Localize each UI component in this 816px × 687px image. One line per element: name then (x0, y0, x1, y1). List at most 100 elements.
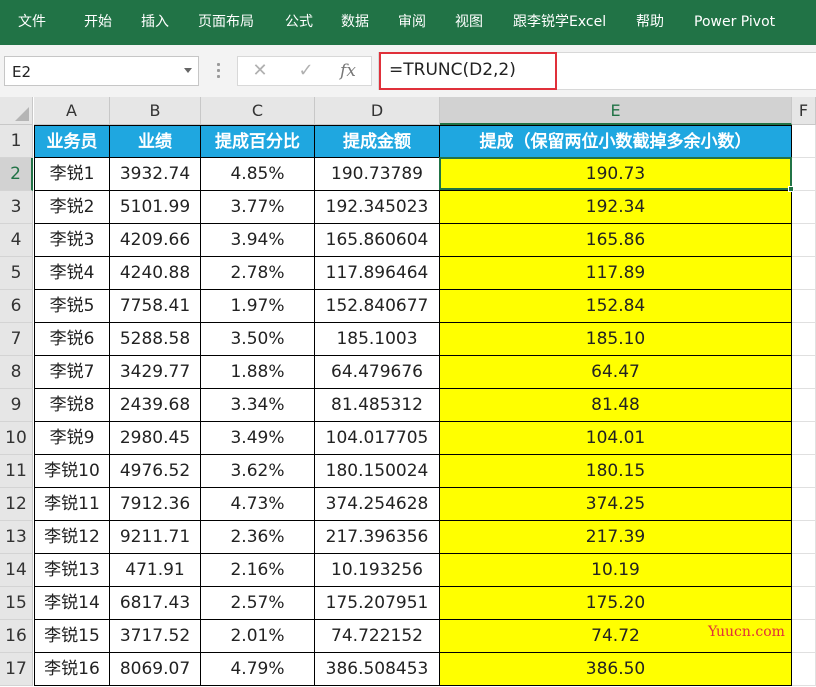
cell-d4[interactable]: 165.860604 (315, 224, 440, 257)
cell-a16[interactable]: 李锐15 (34, 620, 110, 653)
cell-c12[interactable]: 4.73% (201, 488, 315, 521)
cell-d16[interactable]: 74.722152 (315, 620, 440, 653)
cell-c7[interactable]: 3.50% (201, 323, 315, 356)
ribbon-tab-3[interactable]: 页面布局 (198, 12, 254, 32)
cell-e5[interactable]: 117.89 (440, 257, 792, 290)
ribbon-tab-9[interactable]: 帮助 (636, 12, 664, 32)
cell-b5[interactable]: 4240.88 (110, 257, 201, 290)
cell-a4[interactable]: 李锐3 (34, 224, 110, 257)
cell-f14[interactable] (792, 554, 816, 587)
column-header-f[interactable]: F (792, 97, 816, 125)
header-cell-e[interactable]: 提成（保留两位小数截掉多余小数） (440, 125, 792, 158)
cell-d11[interactable]: 180.150024 (315, 455, 440, 488)
cell-e8[interactable]: 64.47 (440, 356, 792, 389)
cell-f12[interactable] (792, 488, 816, 521)
cell-d8[interactable]: 64.479676 (315, 356, 440, 389)
row-header-16[interactable]: 16 (0, 620, 33, 653)
ribbon-tab-8[interactable]: 跟李锐学Excel (513, 12, 606, 32)
row-header-2[interactable]: 2 (0, 158, 33, 191)
cell-a11[interactable]: 李锐10 (34, 455, 110, 488)
cell-f10[interactable] (792, 422, 816, 455)
cell-f2[interactable] (792, 158, 816, 191)
cell-d3[interactable]: 192.345023 (315, 191, 440, 224)
cell-d2[interactable]: 190.73789 (315, 158, 440, 191)
row-header-17[interactable]: 17 (0, 653, 33, 686)
row-header-12[interactable]: 12 (0, 488, 33, 521)
row-header-1[interactable]: 1 (0, 125, 33, 158)
cell-a17[interactable]: 李锐16 (34, 653, 110, 686)
cell-f4[interactable] (792, 224, 816, 257)
row-header-10[interactable]: 10 (0, 422, 33, 455)
cell-b14[interactable]: 471.91 (110, 554, 201, 587)
cell-f9[interactable] (792, 389, 816, 422)
cell-a6[interactable]: 李锐5 (34, 290, 110, 323)
cell-a7[interactable]: 李锐6 (34, 323, 110, 356)
cell-a8[interactable]: 李锐7 (34, 356, 110, 389)
cell-c4[interactable]: 3.94% (201, 224, 315, 257)
formula-input[interactable]: =TRUNC(D2,2) (378, 52, 816, 90)
row-header-6[interactable]: 6 (0, 290, 33, 323)
cell-e17[interactable]: 386.50 (440, 653, 792, 686)
cell-c16[interactable]: 2.01% (201, 620, 315, 653)
cell-f8[interactable] (792, 356, 816, 389)
cell-e10[interactable]: 104.01 (440, 422, 792, 455)
cell-e15[interactable]: 175.20 (440, 587, 792, 620)
row-header-5[interactable]: 5 (0, 257, 33, 290)
header-cell-c[interactable]: 提成百分比 (201, 125, 315, 158)
cell-d17[interactable]: 386.508453 (315, 653, 440, 686)
cell-c9[interactable]: 3.34% (201, 389, 315, 422)
cell-b16[interactable]: 3717.52 (110, 620, 201, 653)
ribbon-tab-2[interactable]: 插入 (141, 12, 169, 32)
ribbon-tab-1[interactable]: 开始 (84, 12, 112, 32)
cell-a2[interactable]: 李锐1 (34, 158, 110, 191)
row-header-8[interactable]: 8 (0, 356, 33, 389)
ribbon-tab-6[interactable]: 审阅 (398, 12, 426, 32)
cell-b15[interactable]: 6817.43 (110, 587, 201, 620)
cell-f3[interactable] (792, 191, 816, 224)
cell-d7[interactable]: 185.1003 (315, 323, 440, 356)
row-header-7[interactable]: 7 (0, 323, 33, 356)
cell-e14[interactable]: 10.19 (440, 554, 792, 587)
ribbon-tab-4[interactable]: 公式 (285, 12, 313, 32)
cell-c15[interactable]: 2.57% (201, 587, 315, 620)
cell-a12[interactable]: 李锐11 (34, 488, 110, 521)
cell-b7[interactable]: 5288.58 (110, 323, 201, 356)
cell-d12[interactable]: 374.254628 (315, 488, 440, 521)
cell-c10[interactable]: 3.49% (201, 422, 315, 455)
row-header-4[interactable]: 4 (0, 224, 33, 257)
row-header-14[interactable]: 14 (0, 554, 33, 587)
column-header-b[interactable]: B (110, 97, 201, 125)
cell-a13[interactable]: 李锐12 (34, 521, 110, 554)
column-header-e[interactable]: E (440, 97, 792, 125)
cell-b11[interactable]: 4976.52 (110, 455, 201, 488)
cell-c11[interactable]: 3.62% (201, 455, 315, 488)
cell-b12[interactable]: 7912.36 (110, 488, 201, 521)
cell-a14[interactable]: 李锐13 (34, 554, 110, 587)
cell-c17[interactable]: 4.79% (201, 653, 315, 686)
row-header-3[interactable]: 3 (0, 191, 33, 224)
cell-f6[interactable] (792, 290, 816, 323)
fill-handle[interactable] (788, 186, 794, 192)
cell-a9[interactable]: 李锐8 (34, 389, 110, 422)
cell-f1[interactable] (792, 125, 816, 158)
cell-f15[interactable] (792, 587, 816, 620)
cell-b13[interactable]: 9211.71 (110, 521, 201, 554)
header-cell-d[interactable]: 提成金额 (315, 125, 440, 158)
cell-e9[interactable]: 81.48 (440, 389, 792, 422)
cell-b6[interactable]: 7758.41 (110, 290, 201, 323)
cell-f5[interactable] (792, 257, 816, 290)
header-cell-a[interactable]: 业务员 (34, 125, 110, 158)
cell-f7[interactable] (792, 323, 816, 356)
ribbon-tab-10[interactable]: Power Pivot (694, 12, 775, 32)
enter-icon[interactable]: ✓ (294, 59, 318, 83)
cell-d15[interactable]: 175.207951 (315, 587, 440, 620)
row-header-11[interactable]: 11 (0, 455, 33, 488)
cell-d9[interactable]: 81.485312 (315, 389, 440, 422)
cell-e13[interactable]: 217.39 (440, 521, 792, 554)
cell-a10[interactable]: 李锐9 (34, 422, 110, 455)
ribbon-tab-7[interactable]: 视图 (455, 12, 483, 32)
cell-e12[interactable]: 374.25 (440, 488, 792, 521)
cell-e6[interactable]: 152.84 (440, 290, 792, 323)
cell-c8[interactable]: 1.88% (201, 356, 315, 389)
cell-b3[interactable]: 5101.99 (110, 191, 201, 224)
